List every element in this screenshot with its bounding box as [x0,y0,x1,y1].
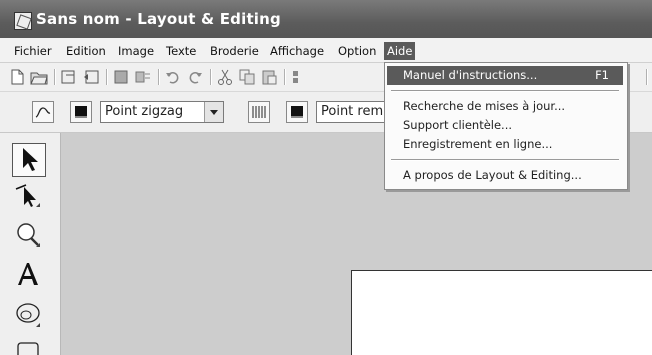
menu-item-label: Manuel d'instructions... [403,68,538,82]
line-stitch-type-value: Point zigzag [105,104,184,119]
menu-option[interactable]: Option [335,42,379,60]
tool-palette [0,133,61,355]
toolbar-separator [54,69,56,85]
application-window: Sans nom - Layout & Editing Fichier Edit… [0,0,652,355]
region-stitch-type-value: Point rem [321,104,384,119]
app-icon[interactable] [14,12,32,30]
menu-item-enregistrement[interactable]: Enregistrement en ligne... [387,135,623,154]
menu-item-manuel[interactable]: Manuel d'instructions... F1 [387,66,623,85]
menu-item-label: Enregistrement en ligne... [403,137,553,151]
hoop-icon[interactable] [112,68,130,86]
toolbar-separator [210,69,212,85]
menu-aide[interactable]: Aide [384,42,416,60]
magnifier-icon [17,223,40,247]
redo-icon[interactable] [186,68,204,86]
frame-tool-button[interactable] [12,337,46,355]
undo-icon[interactable] [164,68,182,86]
menu-item-label: A propos de Layout & Editing... [403,168,582,182]
shape-tool-button[interactable] [12,299,46,333]
menu-texte[interactable]: Texte [163,42,199,60]
aide-dropdown-menu: Manuel d'instructions... F1 Recherche de… [384,62,628,190]
group-icon[interactable] [290,68,308,86]
menu-item-support-clientele[interactable]: Support clientèle... [387,116,623,135]
menu-image[interactable]: Image [115,42,157,60]
line-color-swatch[interactable] [70,101,92,123]
menu-edition[interactable]: Edition [63,42,109,60]
toolbar-separator [158,69,160,85]
menu-separator [391,159,619,161]
open-folder-icon[interactable] [30,68,48,86]
lasso-shape-icon [16,303,40,327]
copy-icon[interactable] [238,68,256,86]
point-edit-tool-button[interactable] [12,179,46,213]
region-color-swatch[interactable] [286,101,308,123]
paste-icon[interactable] [260,68,278,86]
arrow-pointer-icon [23,148,38,171]
window-title: Sans nom - Layout & Editing [36,10,281,28]
menu-affichage[interactable]: Affichage [267,42,327,60]
new-file-icon[interactable] [8,68,26,86]
menu-fichier[interactable]: Fichier [11,42,55,60]
select-tool-button[interactable] [12,143,46,177]
line-stitch-type-select[interactable]: Point zigzag [100,101,224,123]
menu-item-a-propos[interactable]: A propos de Layout & Editing... [387,166,623,185]
toolbar-separator [646,69,648,85]
title-bar[interactable]: Sans nom - Layout & Editing [0,0,652,38]
text-tool-button[interactable] [12,259,46,293]
export-icon[interactable] [82,68,100,86]
chevron-down-icon[interactable] [204,102,223,122]
menu-item-shortcut: F1 [595,68,609,82]
line-sewing-icon[interactable] [32,101,54,123]
import-icon[interactable] [60,68,78,86]
design-page[interactable] [351,270,652,355]
menu-item-label: Recherche de mises à jour... [403,99,566,113]
grid-icon[interactable] [134,68,152,86]
menu-broderie[interactable]: Broderie [207,42,262,60]
menu-item-label: Support clientèle... [403,118,513,132]
toolbar-separator [106,69,108,85]
text-a-icon [18,263,38,285]
cut-icon[interactable] [216,68,234,86]
frame-icon [17,342,39,355]
zoom-tool-button[interactable] [12,219,46,253]
toolbar-separator [284,69,286,85]
region-sewing-icon[interactable] [248,101,270,123]
menu-separator [391,90,619,92]
menu-bar: Fichier Edition Image Texte Broderie Aff… [0,38,652,63]
point-edit-icon [15,184,40,207]
menu-item-recherche-mises-a-jour[interactable]: Recherche de mises à jour... [387,97,623,116]
